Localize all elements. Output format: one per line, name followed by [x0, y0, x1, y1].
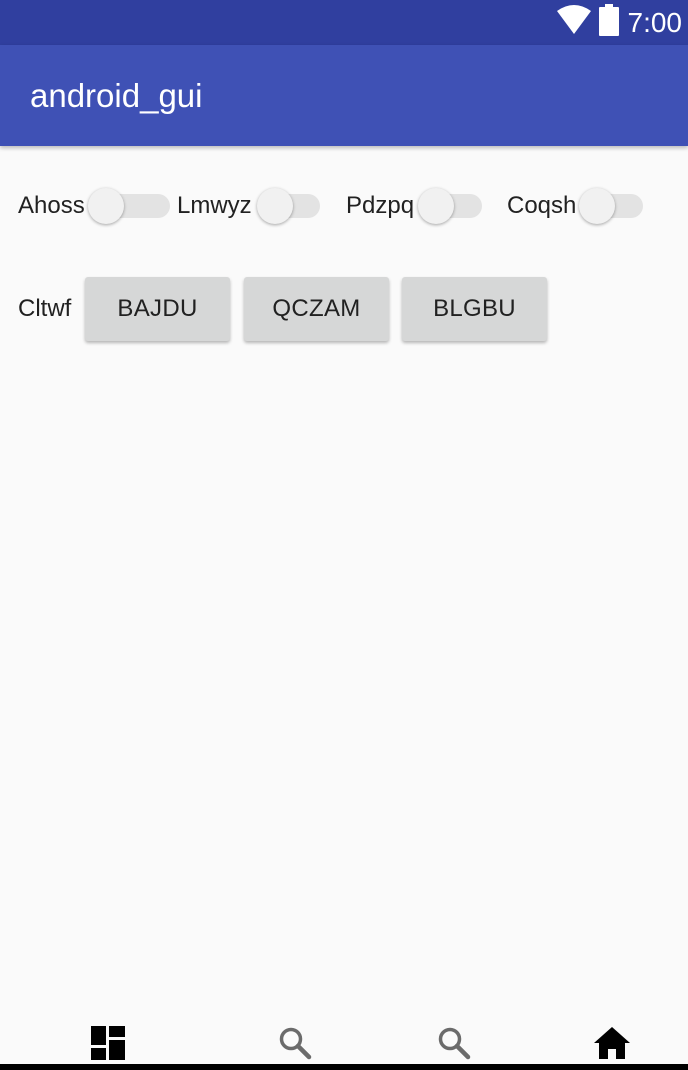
- nav-item-search-2[interactable]: [435, 1026, 473, 1064]
- bottom-edge: [0, 1064, 688, 1070]
- app-bar: android_gui: [0, 45, 688, 146]
- battery-icon: [598, 4, 620, 41]
- switch-thumb[interactable]: [88, 188, 124, 224]
- switch-coqsh[interactable]: Coqsh: [507, 186, 657, 226]
- status-icons: 7:00: [556, 0, 683, 45]
- search-icon: [437, 1026, 471, 1065]
- switch-label: Pdzpq: [346, 192, 415, 219]
- status-time: 7:00: [627, 7, 683, 38]
- blgbu-button[interactable]: BLGBU: [402, 277, 547, 341]
- status-bar: 7:00: [0, 0, 688, 45]
- app-title: android_gui: [30, 77, 203, 114]
- home-icon: [594, 1026, 630, 1064]
- button-row: Cltwf BAJDU QCZAM BLGBU: [0, 277, 688, 345]
- nav-item-home[interactable]: [593, 1026, 631, 1064]
- switch-thumb[interactable]: [579, 188, 615, 224]
- switch-thumb[interactable]: [418, 188, 454, 224]
- switch-pdzpq[interactable]: Pdzpq: [346, 186, 496, 226]
- qczam-button[interactable]: QCZAM: [244, 277, 389, 341]
- switch-label: Lmwyz: [177, 192, 252, 219]
- nav-item-search-1[interactable]: [276, 1026, 314, 1064]
- switch-label: Coqsh: [507, 192, 577, 219]
- bottom-nav: [0, 1012, 688, 1064]
- wifi-icon: [556, 5, 592, 40]
- switch-row: Ahoss Lmwyz Pdzpq Coqsh: [0, 186, 688, 226]
- search-icon: [278, 1026, 312, 1065]
- nav-item-dashboard[interactable]: [89, 1025, 127, 1065]
- switch-thumb[interactable]: [257, 188, 293, 224]
- bajdu-button[interactable]: BAJDU: [85, 277, 230, 341]
- dashboard-icon: [91, 1025, 125, 1065]
- switch-label: Ahoss: [18, 192, 85, 219]
- button-row-label: Cltwf: [18, 295, 72, 322]
- switch-lmwyz[interactable]: Lmwyz: [177, 186, 327, 226]
- switch-ahoss[interactable]: Ahoss: [18, 186, 170, 226]
